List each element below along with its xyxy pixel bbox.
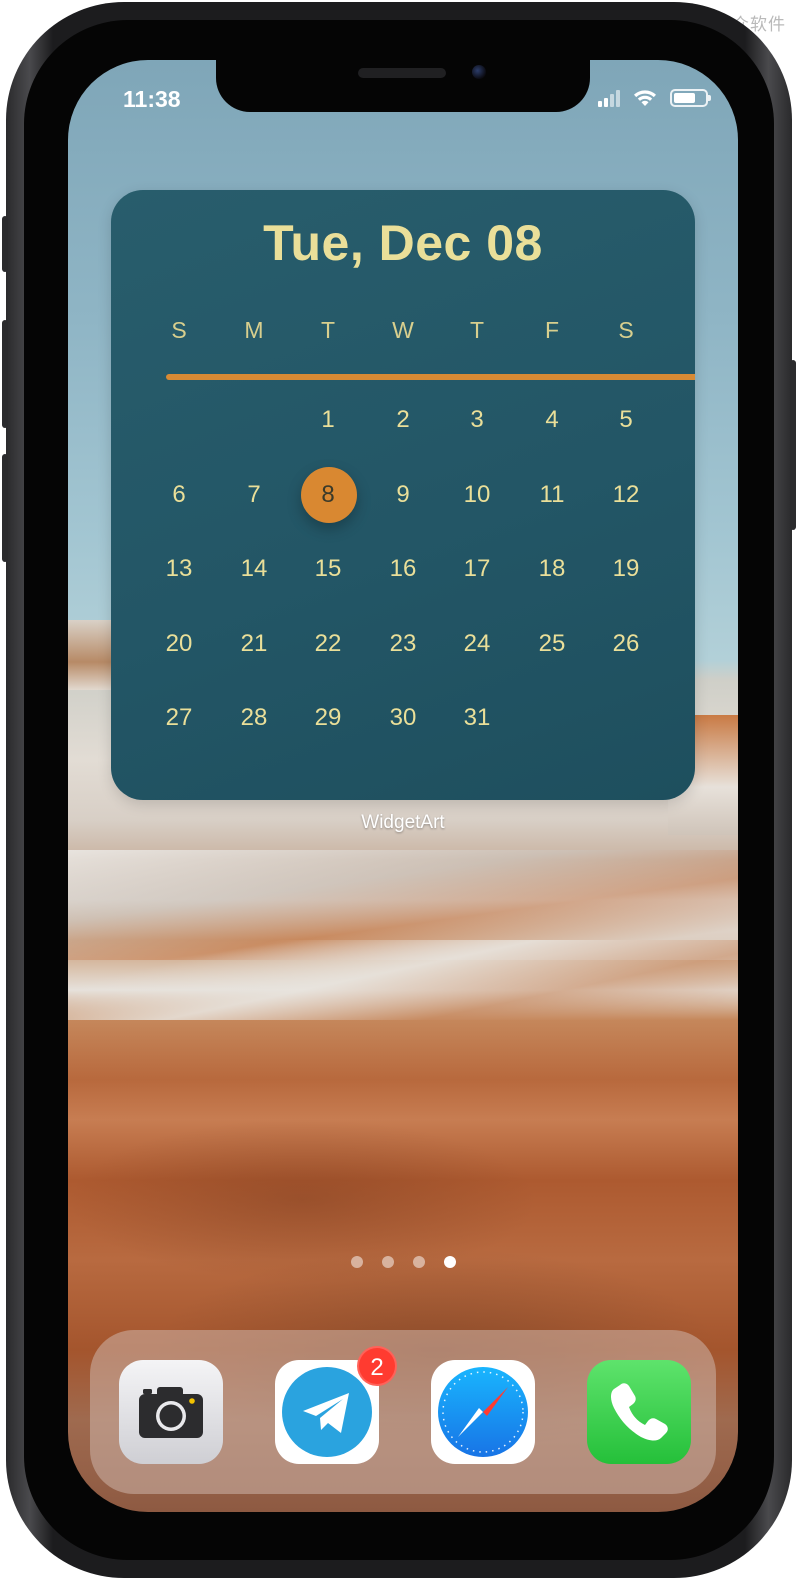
calendar-day: 7	[247, 481, 261, 508]
calendar-day: 1	[321, 406, 335, 433]
calendar-day: 6	[172, 481, 186, 508]
calendar-day: 5	[619, 406, 633, 433]
phone-app[interactable]	[587, 1360, 691, 1464]
calendar-day: 21	[240, 630, 268, 657]
calendar-day: 2	[396, 406, 410, 433]
weekday-header: SMTWTFS	[111, 317, 695, 349]
weekday-label: T	[320, 317, 336, 343]
weekday-divider	[166, 374, 695, 380]
calendar-day: 18	[538, 555, 566, 582]
wallpaper-rock	[68, 850, 738, 960]
dock: 2	[90, 1330, 716, 1494]
phone-icon	[611, 1383, 668, 1441]
camera-app[interactable]	[119, 1360, 223, 1464]
calendar-day: 10	[463, 481, 491, 508]
calendar-day: 27	[165, 704, 193, 731]
mute-switch	[2, 216, 8, 272]
calendar-day: 20	[165, 630, 193, 657]
battery-level	[674, 93, 695, 103]
calendar-day: 17	[463, 555, 491, 582]
wifi-icon	[634, 90, 656, 106]
calendar-day: 14	[240, 555, 268, 582]
camera-icon	[139, 1387, 203, 1438]
front-camera	[472, 65, 486, 79]
wallpaper-rock	[68, 940, 738, 1020]
calendar-day: 12	[612, 481, 640, 508]
calendar-day: 26	[612, 630, 640, 657]
calendar-day: 28	[240, 704, 268, 731]
calendar-day: 24	[463, 630, 491, 657]
calendar-day: 4	[545, 406, 559, 433]
notification-badge: 2	[357, 1346, 397, 1386]
telegram-app[interactable]: 2	[275, 1346, 397, 1464]
calendar-day: 22	[314, 630, 342, 657]
calendar-day: 9	[396, 481, 410, 508]
home-screen: 11:38 Tue, Dec 08 SMTWTFS 1 2 3 4 5 6 7 8 9 10 11 1…	[68, 60, 738, 1512]
safari-app[interactable]	[431, 1360, 535, 1464]
weekday-label: S	[618, 317, 634, 343]
page-dot[interactable]	[412, 1256, 425, 1268]
page-dot-active[interactable]	[443, 1256, 456, 1268]
calendar-day: 31	[463, 704, 491, 731]
page-indicator[interactable]	[68, 1256, 738, 1268]
weekday-label: F	[544, 317, 560, 343]
page-dot[interactable]	[381, 1256, 394, 1268]
weekday-label: S	[171, 317, 187, 343]
calendar-day-today: 8	[321, 481, 335, 508]
calendar-day: 11	[539, 481, 565, 508]
volume-down-button	[2, 454, 8, 562]
widget-app-label: WidgetArt	[361, 812, 445, 833]
safari-icon	[438, 1367, 528, 1457]
phone-frame: 11:38 Tue, Dec 08 SMTWTFS 1 2 3 4 5 6 7 8 9 10 11 1…	[2, 2, 796, 1578]
calendar-day: 13	[165, 555, 193, 582]
page-dot[interactable]	[350, 1256, 363, 1268]
calendar-day: 23	[389, 630, 417, 657]
calendar-widget[interactable]: Tue, Dec 08 SMTWTFS 1 2 3 4 5 6 7 8 9 10 11 12 13 14 1…	[111, 190, 695, 800]
notch	[216, 60, 590, 112]
widget-date-label: Tue, Dec 08	[263, 215, 543, 271]
weekday-label: W	[392, 317, 414, 343]
cellular-signal-icon	[598, 89, 620, 107]
calendar-day: 30	[389, 704, 417, 731]
speaker	[358, 68, 446, 78]
side-button	[790, 360, 796, 530]
weekday-label: M	[244, 317, 264, 343]
calendar-day: 19	[612, 555, 640, 582]
weekday-label: T	[469, 317, 485, 343]
status-icons	[598, 88, 711, 108]
calendar-day: 16	[389, 555, 417, 582]
status-time: 11:38	[123, 86, 181, 112]
calendar-day: 25	[538, 630, 566, 657]
calendar-day: 3	[470, 406, 484, 433]
calendar-day: 29	[314, 704, 342, 731]
volume-up-button	[2, 320, 8, 428]
calendar-day: 15	[314, 555, 342, 582]
battery-icon	[670, 89, 711, 107]
